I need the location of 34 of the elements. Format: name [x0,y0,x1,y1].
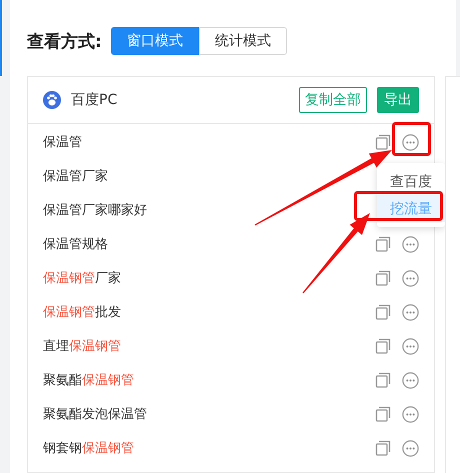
keyword-text: 保温管 [43,134,82,151]
source-title: 百度PC [71,91,118,109]
paw-icon [43,91,61,109]
more-icon[interactable] [402,372,419,388]
copy-icon[interactable] [375,440,392,456]
keyword-text: 保温管厂家哪家好 [43,202,147,219]
copy-icon[interactable] [375,406,392,422]
more-icon[interactable] [402,440,419,456]
view-mode-tab[interactable]: 统计模式 [198,27,287,55]
more-icon[interactable] [402,134,419,150]
more-icon[interactable] [402,338,419,354]
keyword-text: 保温管规格 [43,236,108,253]
copy-icon[interactable] [375,304,392,320]
keyword-text: 保温钢管批发 [43,304,121,321]
keyword-text: 直埋保温钢管 [43,338,121,355]
export-button[interactable]: 导出 [377,87,419,113]
view-label: 查看方式: [27,30,102,52]
copy-icon[interactable] [375,372,392,388]
copy-icon[interactable] [375,236,392,252]
keyword-text: 聚氨酯发泡保温管 [43,406,147,423]
keyword-text: 钢套钢保温钢管 [43,440,134,457]
keyword-text: 保温管厂家 [43,168,108,185]
more-icon[interactable] [402,304,419,320]
more-icon[interactable] [402,406,419,422]
copy-icon[interactable] [375,338,392,354]
copy-icon[interactable] [375,270,392,286]
copy-all-button[interactable]: 复制全部 [299,87,367,113]
more-icon[interactable] [402,236,419,252]
keyword-text: 保温钢管厂家 [43,270,121,287]
copy-icon[interactable] [375,134,392,150]
more-icon[interactable] [402,270,419,286]
view-mode-tab[interactable]: 窗口模式 [110,27,199,55]
keyword-text: 聚氨酯保温钢管 [43,372,134,389]
highlight-frame [392,122,431,156]
